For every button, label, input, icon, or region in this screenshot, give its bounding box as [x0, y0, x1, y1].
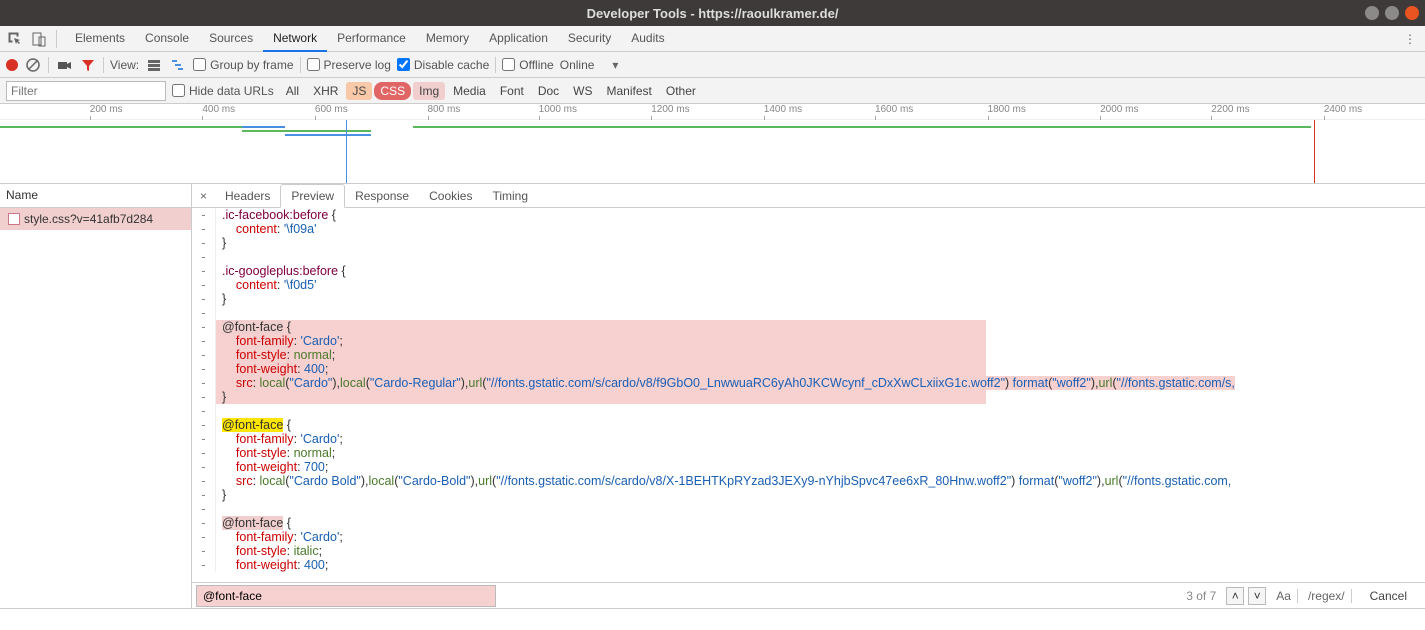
offline-checkbox[interactable] [502, 58, 515, 71]
request-list: Name style.css?v=41afb7d284 [0, 184, 192, 608]
tab-cookies[interactable]: Cookies [419, 185, 482, 207]
filter-img[interactable]: Img [413, 82, 445, 100]
match-count: 3 of 7 [1186, 589, 1222, 603]
filter-other[interactable]: Other [660, 82, 702, 100]
request-list-header[interactable]: Name [0, 184, 191, 208]
minimize-button[interactable] [1365, 6, 1379, 20]
camera-icon[interactable] [55, 56, 73, 74]
main-toolbar: Elements Console Sources Network Perform… [0, 26, 1425, 52]
tab-response[interactable]: Response [345, 185, 419, 207]
group-by-frame[interactable]: Group by frame [193, 58, 293, 72]
tab-audits[interactable]: Audits [621, 26, 674, 52]
preview-code[interactable]: -.ic-facebook:before {- content: '\f09a'… [192, 208, 1425, 582]
filter-doc[interactable]: Doc [532, 82, 565, 100]
tab-network[interactable]: Network [263, 26, 327, 52]
find-bar: 3 of 7 ˄ ˅ Aa /regex/ Cancel [192, 582, 1425, 608]
filter-types: All XHR JS CSS Img Media Font Doc WS Man… [280, 82, 702, 100]
tick: 1800 ms [988, 104, 1026, 115]
hide-data-urls-checkbox[interactable] [172, 84, 185, 97]
statusbar [0, 608, 1425, 630]
filter-icon[interactable] [79, 56, 97, 74]
tick: 400 ms [202, 104, 235, 115]
find-prev-button[interactable]: ˄ [1226, 587, 1244, 605]
waterfall-icon[interactable] [169, 56, 187, 74]
tab-memory[interactable]: Memory [416, 26, 479, 52]
filter-ws[interactable]: WS [567, 82, 598, 100]
tick: 2000 ms [1100, 104, 1138, 115]
request-name: style.css?v=41afb7d284 [24, 212, 153, 226]
file-icon [8, 213, 20, 225]
request-row[interactable]: style.css?v=41afb7d284 [0, 208, 191, 230]
find-input[interactable] [196, 585, 496, 607]
timeline-chart [0, 120, 1425, 183]
menu-icon[interactable]: ⋮ [1401, 30, 1419, 48]
inspect-icon[interactable] [6, 30, 24, 48]
filter-all[interactable]: All [280, 82, 305, 100]
maximize-button[interactable] [1385, 6, 1399, 20]
filter-xhr[interactable]: XHR [307, 82, 344, 100]
tick: 2200 ms [1211, 104, 1249, 115]
tab-performance[interactable]: Performance [327, 26, 416, 52]
tick: 1000 ms [539, 104, 577, 115]
filter-manifest[interactable]: Manifest [601, 82, 658, 100]
window-controls [1365, 6, 1419, 20]
throttle-dropdown-icon[interactable]: ▾ [600, 58, 618, 72]
hide-data-urls[interactable]: Hide data URLs [172, 84, 274, 98]
tick: 600 ms [315, 104, 348, 115]
preserve-log[interactable]: Preserve log [307, 58, 391, 72]
tick: 1200 ms [651, 104, 689, 115]
tab-application[interactable]: Application [479, 26, 558, 52]
network-toolbar: View: Group by frame Preserve log Disabl… [0, 52, 1425, 78]
main-content: Name style.css?v=41afb7d284 × Headers Pr… [0, 184, 1425, 608]
tab-headers[interactable]: Headers [215, 185, 280, 207]
find-cancel-button[interactable]: Cancel [1356, 589, 1421, 603]
window-title: Developer Tools - https://raoulkramer.de… [0, 6, 1425, 21]
tab-console[interactable]: Console [135, 26, 199, 52]
tick: 2400 ms [1324, 104, 1362, 115]
offline[interactable]: Offline [502, 58, 553, 72]
close-button[interactable] [1405, 6, 1419, 20]
inspect-controls [6, 30, 57, 48]
filter-font[interactable]: Font [494, 82, 530, 100]
find-case-toggle[interactable]: Aa [1270, 589, 1298, 603]
timeline-ruler: 200 ms 400 ms 600 ms 800 ms 1000 ms 1200… [0, 104, 1425, 120]
clear-icon[interactable] [24, 56, 42, 74]
disable-cache-checkbox[interactable] [397, 58, 410, 71]
disable-cache[interactable]: Disable cache [397, 58, 489, 72]
window-titlebar: Developer Tools - https://raoulkramer.de… [0, 0, 1425, 26]
device-icon[interactable] [30, 30, 48, 48]
main-tabs: Elements Console Sources Network Perform… [65, 26, 675, 52]
preserve-log-checkbox[interactable] [307, 58, 320, 71]
tick: 1600 ms [875, 104, 913, 115]
tab-sources[interactable]: Sources [199, 26, 263, 52]
filter-media[interactable]: Media [447, 82, 492, 100]
tab-timing[interactable]: Timing [482, 185, 538, 207]
tab-security[interactable]: Security [558, 26, 621, 52]
view-label: View: [110, 58, 139, 72]
large-rows-icon[interactable] [145, 56, 163, 74]
group-by-frame-checkbox[interactable] [193, 58, 206, 71]
tab-preview[interactable]: Preview [280, 184, 345, 208]
timeline[interactable]: 200 ms 400 ms 600 ms 800 ms 1000 ms 1200… [0, 104, 1425, 184]
tick: 800 ms [428, 104, 461, 115]
record-button[interactable] [6, 59, 18, 71]
tick: 1400 ms [764, 104, 802, 115]
filter-bar: Hide data URLs All XHR JS CSS Img Media … [0, 78, 1425, 104]
details-panel: × Headers Preview Response Cookies Timin… [192, 184, 1425, 608]
filter-input[interactable] [6, 81, 166, 101]
tab-elements[interactable]: Elements [65, 26, 135, 52]
filter-js[interactable]: JS [346, 82, 372, 100]
throttle-select[interactable]: Online [560, 58, 595, 72]
find-next-button[interactable]: ˅ [1248, 587, 1266, 605]
find-regex-toggle[interactable]: /regex/ [1302, 589, 1352, 603]
filter-css[interactable]: CSS [374, 82, 411, 100]
details-tabs: × Headers Preview Response Cookies Timin… [192, 184, 1425, 208]
tick: 200 ms [90, 104, 123, 115]
close-details-icon[interactable]: × [192, 189, 215, 203]
